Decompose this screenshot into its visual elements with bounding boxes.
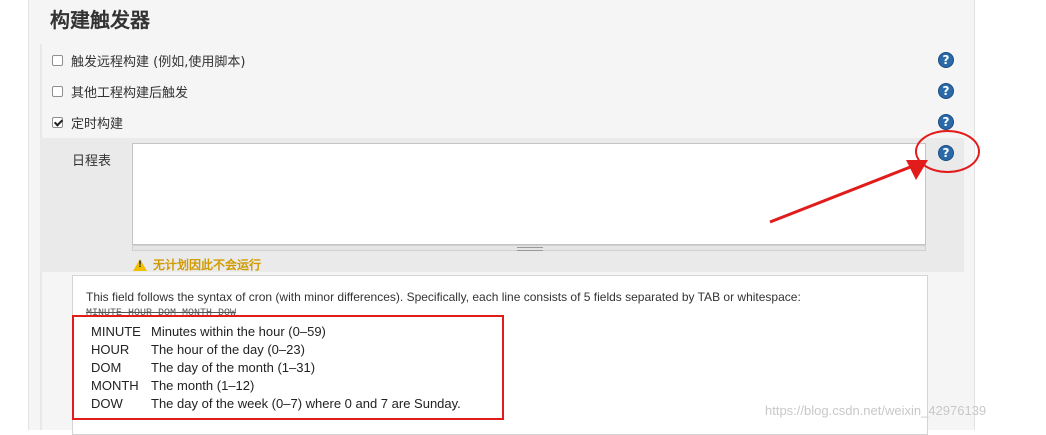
trigger-after-other-checkbox[interactable] <box>52 85 63 97</box>
drag-handle-icon[interactable] <box>517 247 543 251</box>
textarea-drag-bar[interactable] <box>132 245 926 251</box>
cron-help-intro: This field follows the syntax of cron (w… <box>86 290 801 304</box>
trigger-remote-label: 触发远程构建 (例如,使用脚本) <box>71 54 246 70</box>
schedule-warning: 无计划因此不会运行 <box>133 256 261 273</box>
annotation-arrow-icon <box>769 160 928 224</box>
schedule-label: 日程表 <box>72 154 112 169</box>
trigger-periodic-label: 定时构建 <box>71 116 124 132</box>
help-icon[interactable]: ? <box>938 52 954 68</box>
trigger-after-other-label: 其他工程构建后触发 <box>71 85 189 101</box>
help-icon[interactable]: ? <box>938 83 954 99</box>
trigger-after-other[interactable]: 其他工程构建后触发 <box>52 81 188 101</box>
trigger-remote-checkbox[interactable] <box>52 54 63 66</box>
trigger-remote[interactable]: 触发远程构建 (例如,使用脚本) <box>52 50 245 70</box>
help-icon[interactable]: ? <box>938 114 954 130</box>
annotation-arrow-shaft <box>769 162 919 224</box>
warning-icon <box>133 258 147 271</box>
schedule-warning-text: 无计划因此不会运行 <box>153 258 262 272</box>
trigger-periodic-checkbox[interactable] <box>52 116 63 128</box>
annotation-rectangle <box>72 315 504 420</box>
trigger-periodic[interactable]: 定时构建 <box>52 112 123 132</box>
annotation-arrow-head <box>906 160 928 180</box>
section-title: 构建触发器 <box>50 8 150 32</box>
watermark: https://blog.csdn.net/weixin_42976139 <box>765 403 987 418</box>
